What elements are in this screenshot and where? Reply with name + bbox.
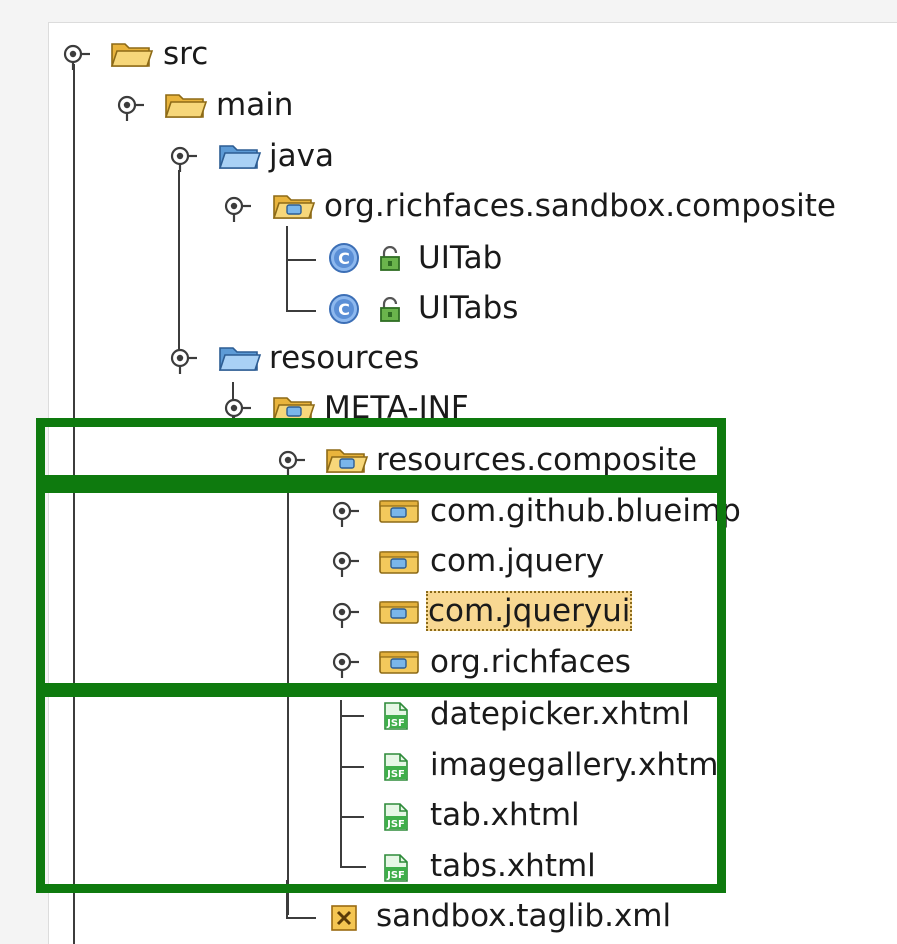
node-label-tabs[interactable]: tabs.xhtml: [430, 846, 596, 886]
package-folder-icon: [378, 647, 422, 675]
package-folder-icon: [325, 446, 369, 474]
expander-icon[interactable]: [221, 394, 251, 420]
jsf-file-icon: [382, 853, 410, 883]
expander-icon[interactable]: [329, 497, 359, 527]
expander-icon[interactable]: [329, 598, 359, 628]
tree-node-meta-inf[interactable]: META-INF: [0, 0, 897, 420]
expander-icon[interactable]: [275, 446, 305, 476]
expander-icon[interactable]: [329, 547, 359, 577]
jsf-file-icon: [382, 802, 410, 832]
expander-icon[interactable]: [329, 648, 359, 678]
project-explorer-screenshot: src main java org.richfaces.sandbox.comp…: [0, 0, 897, 944]
node-label-resources-composite[interactable]: resources.composite: [376, 440, 697, 480]
node-label-com-jquery[interactable]: com.jquery: [430, 541, 604, 581]
package-folder-icon: [378, 496, 422, 524]
package-folder-icon: [378, 547, 422, 575]
node-label-com-github-blueimp[interactable]: com.github.blueimp: [430, 491, 741, 531]
connector-taglib: [286, 880, 316, 919]
jsf-file-icon: [382, 701, 410, 731]
package-folder-icon: [272, 394, 316, 420]
node-label-org-richfaces[interactable]: org.richfaces: [430, 642, 631, 682]
xml-file-icon: [330, 903, 358, 933]
tree-line-resources-composite: [287, 470, 289, 915]
node-label-tab[interactable]: tab.xhtml: [430, 795, 580, 835]
package-folder-icon: [378, 597, 422, 625]
node-label-taglib[interactable]: sandbox.taglib.xml: [376, 896, 671, 936]
jsf-file-icon: [382, 752, 410, 782]
connector-tabs: [340, 700, 366, 868]
node-label-imagegallery[interactable]: imagegallery.xhtml: [430, 745, 727, 785]
node-label-datepicker[interactable]: datepicker.xhtml: [430, 694, 690, 734]
node-label-meta-inf[interactable]: META-INF: [324, 388, 469, 420]
node-label-com-jqueryui[interactable]: com.jqueryui: [426, 591, 633, 631]
